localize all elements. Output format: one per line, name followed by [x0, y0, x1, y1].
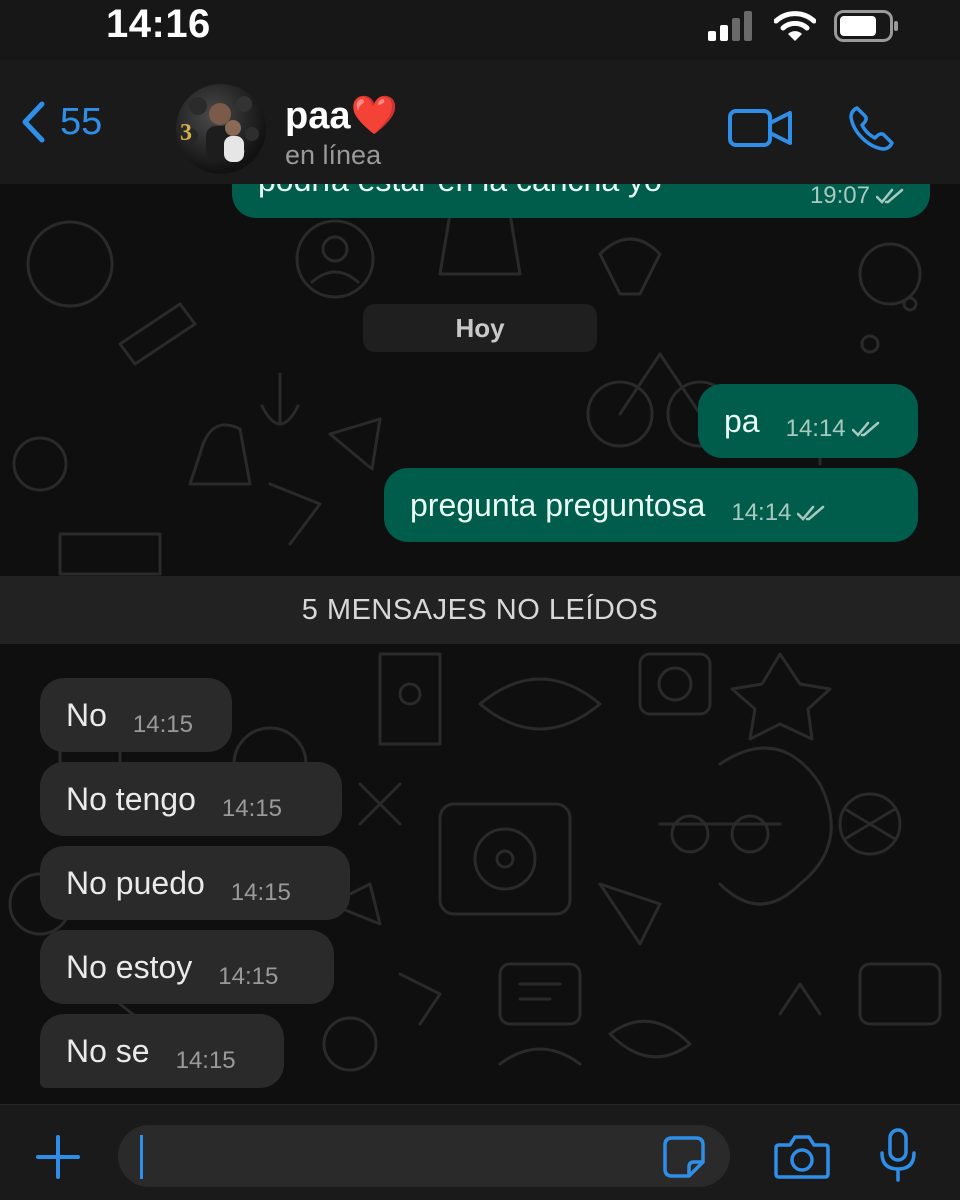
unread-chats-count: 55 [60, 100, 103, 143]
message-meta: 14:14 [786, 415, 880, 443]
back-chevron-icon [22, 101, 45, 143]
composer-bar [0, 1104, 960, 1200]
message-time: 14:15 [175, 1047, 236, 1074]
message-bubble-incoming[interactable]: No estoy 14:15 [40, 930, 334, 1004]
contact-name[interactable]: paa❤️ [285, 94, 398, 138]
header-actions [728, 104, 896, 152]
message-input[interactable] [118, 1125, 730, 1187]
message-bubble-outgoing[interactable]: pregunta preguntosa 14:14 [384, 468, 918, 542]
message-list[interactable]: podría estar en la cancha yo 19:07 Hoy p… [0, 184, 960, 1104]
message-time: 14:15 [218, 963, 279, 990]
unread-messages-banner: 5 MENSAJES NO LEÍDOS [0, 576, 960, 644]
message-text: No se [66, 1032, 150, 1069]
message-meta: 14:14 [731, 499, 825, 527]
message-time: 14:15 [132, 711, 193, 738]
signal-icon [708, 11, 752, 41]
chat-screen: 14:16 55 3 paa❤️ en línea 19:07 Hoy pa 1… [0, 0, 960, 1200]
contact-status: en línea [285, 140, 382, 170]
message-time: 14:15 [230, 879, 291, 906]
message-bubble-incoming[interactable]: No se 14:15 [40, 1014, 284, 1088]
message-bubble-outgoing[interactable]: podría estar en la cancha yo 19:07 [232, 184, 930, 218]
chat-header: 55 3 6 paa❤️ en línea [0, 60, 960, 185]
message-time: 14:14 [731, 499, 792, 526]
message-time: 14:15 [221, 795, 282, 822]
status-bar: 14:16 [0, 0, 960, 60]
contact-name-text: paa [285, 95, 351, 137]
plus-icon[interactable] [34, 1133, 82, 1181]
message-text: pregunta preguntosa [410, 486, 706, 523]
read-receipt-icon [797, 505, 825, 521]
status-time: 14:16 [106, 2, 211, 46]
message-text: No tengo [66, 780, 196, 817]
camera-icon[interactable] [774, 1133, 830, 1179]
message-bubble-incoming[interactable]: No puedo 14:15 [40, 846, 350, 920]
read-receipt-icon [876, 188, 904, 204]
read-receipt-icon [851, 421, 879, 437]
message-bubble-outgoing[interactable]: pa 14:14 [698, 384, 918, 458]
svg-text:3: 3 [180, 120, 192, 146]
message-bubble-incoming[interactable]: No tengo 14:15 [40, 762, 342, 836]
battery-icon [834, 10, 898, 42]
status-icons [708, 10, 900, 42]
sticker-icon[interactable] [662, 1135, 706, 1179]
avatar-image: 3 6 [180, 96, 259, 162]
microphone-icon[interactable] [878, 1127, 918, 1183]
avatar[interactable]: 3 6 [176, 84, 266, 174]
message-text: No estoy [66, 948, 193, 985]
video-call-icon[interactable] [728, 108, 792, 148]
message-text: No [66, 696, 107, 733]
message-time: 19:07 [809, 184, 870, 209]
text-cursor [140, 1135, 143, 1179]
date-divider: Hoy [363, 304, 597, 352]
message-bubble-incoming[interactable]: No 14:15 [40, 678, 232, 752]
message-text: pa [724, 402, 760, 439]
phone-icon[interactable] [848, 104, 896, 152]
back-button[interactable]: 55 [20, 100, 102, 144]
message-text: podría estar en la cancha yo [258, 184, 662, 199]
message-time: 14:14 [785, 415, 846, 442]
heart-emoji: ❤️ [350, 95, 398, 137]
message-meta: 19:07 [810, 184, 904, 210]
wifi-icon [774, 11, 816, 41]
message-text: No puedo [66, 864, 205, 901]
